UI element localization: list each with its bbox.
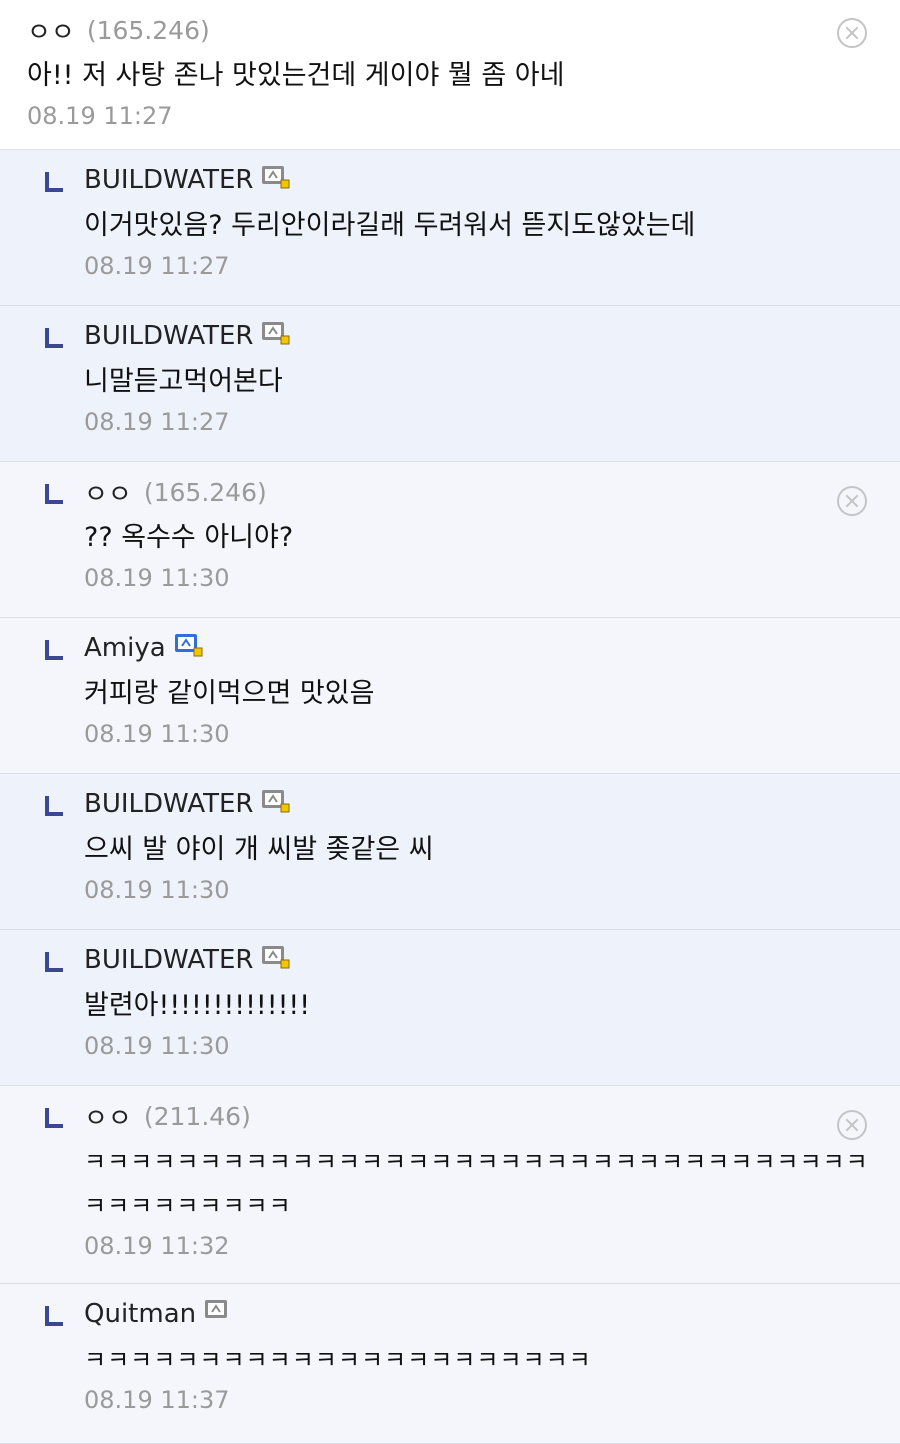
comment-date: 08.19 11:37 (84, 1386, 230, 1414)
comment-date: 08.19 11:30 (84, 876, 230, 904)
comment-text: ?? 옥수수 아니야? (84, 522, 294, 553)
comment-header: Quitman (84, 1294, 900, 1334)
reply-comment: BUILDWATER 니말듣고먹어본다 08.19 11:27 (0, 306, 900, 462)
comment-text: 으씨 발 야이 개 씨발 좆같은 씨 (84, 834, 434, 865)
comment-date: 08.19 11:27 (84, 408, 230, 436)
comment: ㅇㅇ (165.246) 아!! 저 사탕 존나 맛있는건데 게이야 뭘 좀 아… (0, 0, 900, 150)
reply-arrow-icon (45, 328, 63, 348)
comment-nickname[interactable]: BUILDWATER (84, 321, 253, 351)
comment-nickname[interactable]: BUILDWATER (84, 165, 253, 195)
comment-text: 니말듣고먹어본다 (84, 366, 283, 397)
reply-comment: ㅇㅇ (165.246) ?? 옥수수 아니야? 08.19 11:30 (0, 462, 900, 618)
comment-nickname[interactable]: ㅇㅇ (27, 12, 75, 49)
comment-ip: (211.46) (143, 1101, 251, 1131)
comment-date: 08.19 11:27 (84, 252, 230, 280)
comment-nickname[interactable]: ㅇㅇ (84, 474, 132, 511)
comment-header: BUILDWATER (84, 940, 900, 980)
comment-text: 아!! 저 사탕 존나 맛있는건데 게이야 뭘 좀 아네 (27, 60, 565, 91)
comment-nickname[interactable]: BUILDWATER (84, 789, 253, 819)
comment-date: 08.19 11:27 (27, 102, 173, 130)
reply-arrow-icon (45, 952, 63, 972)
reply-arrow-icon (45, 796, 63, 816)
reply-comment: BUILDWATER 이거맛있음? 두리안이라길래 두려워서 뜯지도않았는데 0… (0, 150, 900, 306)
gallog-fixed-nick-icon[interactable] (261, 320, 291, 353)
reply-comment: Quitman ㅋㅋㅋㅋㅋㅋㅋㅋㅋㅋㅋㅋㅋㅋㅋㅋㅋㅋㅋㅋㅋㅋ 08.19 11:… (0, 1284, 900, 1444)
comment-text: 발련아!!!!!!!!!!!!!! (84, 990, 311, 1021)
reply-comment: Amiya 커피랑 같이먹으면 맛있음 08.19 11:30 (0, 618, 900, 774)
comment-date: 08.19 11:30 (84, 720, 230, 748)
comment-header: ㅇㅇ (165.246) (27, 10, 900, 50)
comment-header: ㅇㅇ (165.246) (84, 472, 900, 512)
reply-arrow-icon (45, 172, 63, 192)
gallog-fixed-nick-icon[interactable] (261, 164, 291, 197)
reply-comment: BUILDWATER 으씨 발 야이 개 씨발 좆같은 씨 08.19 11:3… (0, 774, 900, 930)
comment-date: 08.19 11:32 (84, 1232, 230, 1260)
reply-arrow-icon (45, 1108, 63, 1128)
comment-header: BUILDWATER (84, 160, 900, 200)
comment-date: 08.19 11:30 (84, 1032, 230, 1060)
delete-comment-icon[interactable] (837, 18, 867, 48)
comment-text: ㅋㅋㅋㅋㅋㅋㅋㅋㅋㅋㅋㅋㅋㅋㅋㅋㅋㅋㅋㅋㅋㅋㅋㅋㅋㅋㅋㅋㅋㅋㅋㅋㅋㅋㅋㅋㅋㅋㅋㅋ… (84, 1148, 869, 1220)
reply-arrow-icon (45, 640, 63, 660)
comment-nickname[interactable]: BUILDWATER (84, 945, 253, 975)
comment-nickname[interactable]: ㅇㅇ (84, 1098, 132, 1135)
gallog-fixed-nick-icon[interactable] (261, 944, 291, 977)
comment-text: ㅋㅋㅋㅋㅋㅋㅋㅋㅋㅋㅋㅋㅋㅋㅋㅋㅋㅋㅋㅋㅋㅋ (84, 1346, 592, 1374)
gallog-fixed-nick-icon[interactable] (261, 788, 291, 821)
gallog-fixed-nick-icon[interactable] (174, 632, 204, 665)
comment-header: Amiya (84, 628, 900, 668)
comment-nickname[interactable]: Amiya (84, 633, 166, 663)
comment-ip: (165.246) (86, 15, 210, 45)
reply-arrow-icon (45, 484, 63, 504)
reply-comment: BUILDWATER 발련아!!!!!!!!!!!!!! 08.19 11:30 (0, 930, 900, 1086)
comment-header: BUILDWATER (84, 784, 900, 824)
gallog-nick-icon[interactable] (204, 1298, 234, 1331)
comment-nickname[interactable]: Quitman (84, 1299, 196, 1329)
comment-date: 08.19 11:30 (84, 564, 230, 592)
delete-comment-icon[interactable] (837, 486, 867, 516)
comment-header: ㅇㅇ (211.46) (84, 1096, 900, 1136)
comment-text: 커피랑 같이먹으면 맛있음 (84, 678, 375, 709)
reply-comment: ㅇㅇ (211.46) ㅋㅋㅋㅋㅋㅋㅋㅋㅋㅋㅋㅋㅋㅋㅋㅋㅋㅋㅋㅋㅋㅋㅋㅋㅋㅋㅋㅋ… (0, 1086, 900, 1284)
comment-ip: (165.246) (143, 477, 267, 507)
comment-text: 이거맛있음? 두리안이라길래 두려워서 뜯지도않았는데 (84, 210, 696, 241)
comment-header: BUILDWATER (84, 316, 900, 356)
delete-comment-icon[interactable] (837, 1110, 867, 1140)
reply-arrow-icon (45, 1306, 63, 1326)
